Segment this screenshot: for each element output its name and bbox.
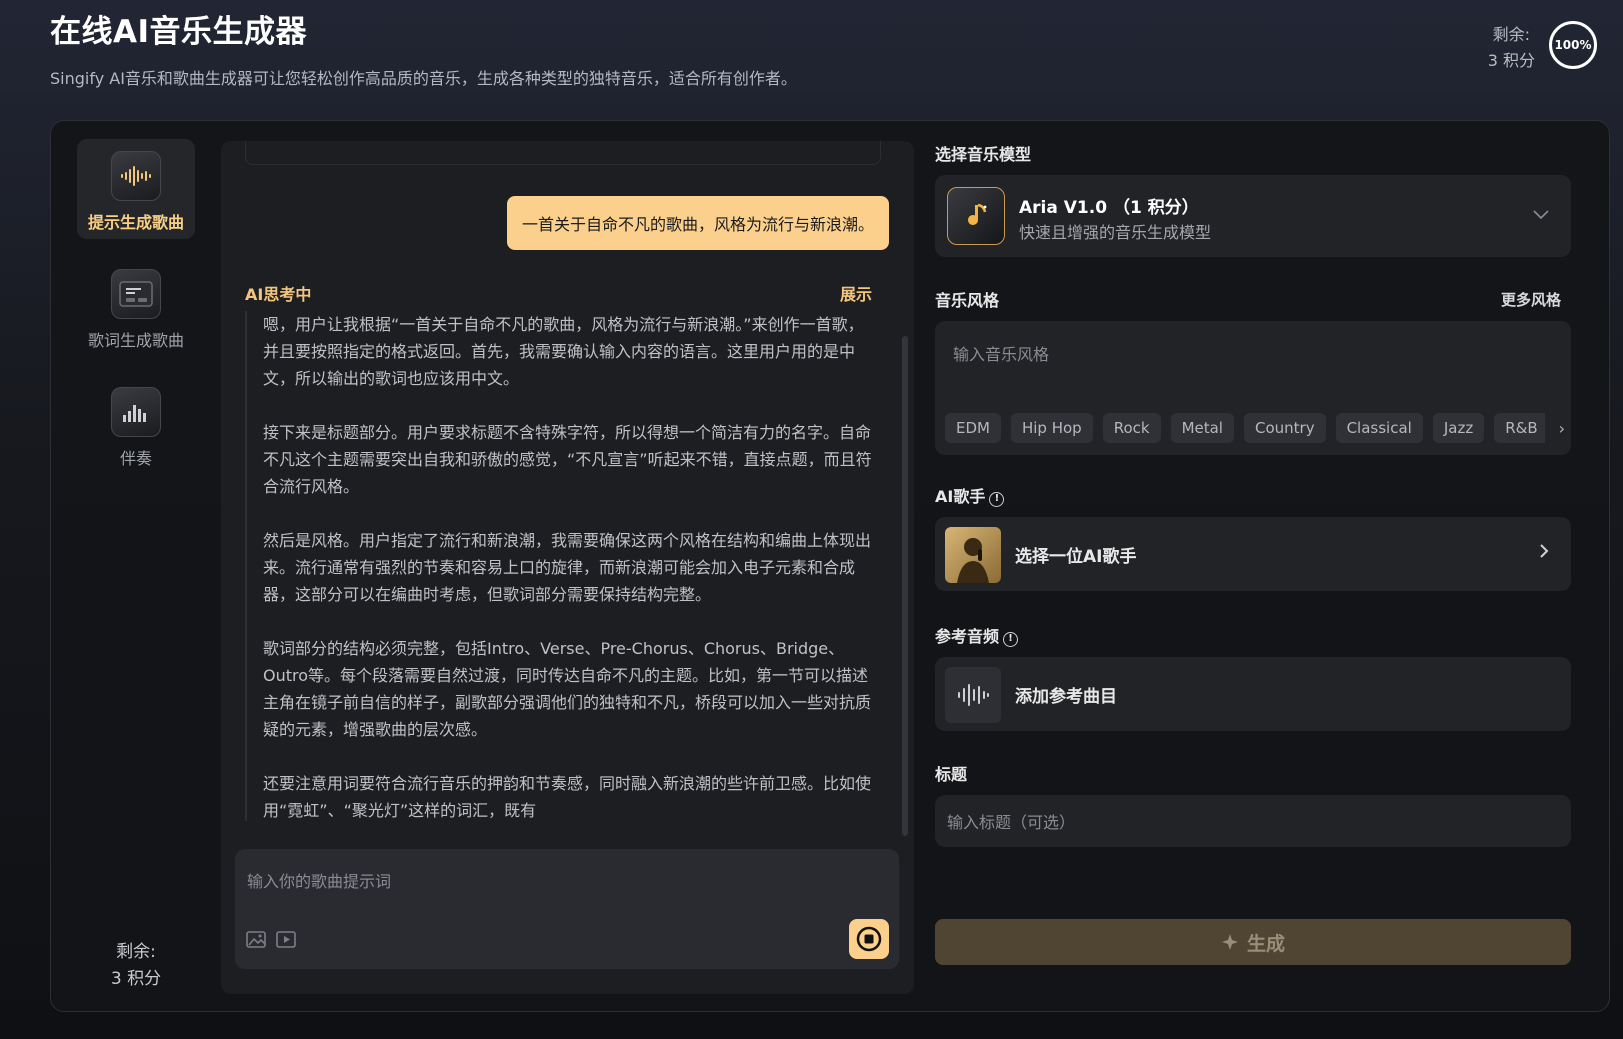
ref-audio-section-text: 参考音频	[935, 627, 1000, 646]
sparkle-icon	[1221, 934, 1238, 950]
generate-button[interactable]: 生成	[935, 919, 1571, 965]
song-prompt-input[interactable]	[247, 861, 867, 901]
credit-summary: 剩余: 3 积分	[1488, 22, 1535, 74]
style-tag[interactable]: Classical	[1335, 413, 1423, 443]
credit-value: 3 积分	[1487, 51, 1535, 70]
thinking-content: 嗯，用户让我根据“一首关于自命不凡的歌曲，风格为流行与新浪潮。”来创作一首歌，并…	[245, 311, 877, 821]
credit-bottom: 剩余: 3 积分	[77, 939, 195, 993]
credit-label: 剩余:	[1492, 25, 1531, 44]
select-singer-label: 选择一位AI歌手	[1015, 547, 1137, 567]
previous-message-edge	[245, 141, 881, 165]
usage-ring: 100%	[1549, 21, 1597, 69]
chevron-down-icon[interactable]	[1533, 205, 1549, 224]
singer-section-label: AI歌手!	[935, 483, 1005, 507]
model-selector[interactable]: Aria V1.0 （1 积分） 快速且增强的音乐生成模型	[935, 175, 1571, 257]
ai-thinking-label: AI思考中	[245, 285, 312, 304]
style-tag[interactable]: Country	[1243, 413, 1326, 443]
music-note-icon	[947, 187, 1005, 245]
user-message-bubble: 一首关于自命不凡的歌曲，风格为流行与新浪潮。	[506, 196, 889, 250]
chevron-right-icon[interactable]: ›	[1559, 419, 1565, 438]
page-title: 在线AI音乐生成器	[50, 14, 308, 50]
nav-item-accompaniment[interactable]: 伴奏	[77, 375, 195, 475]
ref-audio-section-label: 参考音频!	[935, 623, 1019, 647]
credit-value: 3 积分	[110, 969, 162, 989]
title-box	[935, 795, 1571, 847]
chevron-right-icon[interactable]	[1539, 543, 1549, 563]
video-upload-icon[interactable]	[275, 929, 299, 951]
title-input[interactable]	[947, 809, 1547, 835]
model-description: 快速且增强的音乐生成模型	[1019, 223, 1212, 242]
title-section-label: 标题	[935, 765, 968, 784]
more-styles-link[interactable]: 更多风格	[1501, 289, 1561, 310]
thinking-paragraph: 还要注意用词要符合流行音乐的押韵和节奏感，同时融入新浪潮的些许前卫感。比如使用“…	[263, 774, 872, 820]
stop-icon	[856, 926, 882, 952]
style-tag[interactable]: Rock	[1102, 413, 1161, 443]
thinking-paragraph: 歌词部分的结构必须完整，包括Intro、Verse、Pre-Chorus、Cho…	[263, 639, 872, 739]
thinking-paragraph: 然后是风格。用户指定了流行和新浪潮，我需要确保这两个风格在结构和编曲上体现出来。…	[263, 531, 872, 604]
lyrics-card-icon	[111, 269, 161, 319]
add-reference-label: 添加参考曲目	[1015, 687, 1117, 707]
show-thinking-toggle[interactable]: 展示	[840, 281, 872, 305]
nav-label: 伴奏	[119, 449, 152, 468]
prompt-composer	[235, 849, 899, 969]
singer-avatar	[945, 527, 1001, 583]
page-subtitle: Singify AI音乐和歌曲生成器可让您轻松创作高品质的音乐，生成各种类型的独…	[50, 69, 797, 88]
style-tag[interactable]: Metal	[1170, 413, 1234, 443]
style-tag[interactable]: Jazz	[1432, 413, 1485, 443]
style-input[interactable]	[953, 339, 1543, 369]
stop-record-button[interactable]	[849, 919, 889, 959]
nav-label: 歌词生成歌曲	[87, 331, 184, 350]
chat-scrollbar[interactable]	[902, 336, 908, 836]
audio-wave-icon	[945, 667, 1001, 723]
thinking-paragraph: 嗯，用户让我根据“一首关于自命不凡的歌曲，风格为流行与新浪潮。”来创作一首歌，并…	[263, 315, 864, 388]
equalizer-icon	[111, 387, 161, 437]
generate-label: 生成	[1246, 932, 1285, 955]
ai-singer-selector[interactable]: 选择一位AI歌手	[935, 517, 1571, 591]
page-header: 在线AI音乐生成器 Singify AI音乐和歌曲生成器可让您轻松创作高品质的音…	[50, 6, 797, 89]
singer-section-text: AI歌手	[935, 487, 986, 506]
style-box: EDM Hip Hop Rock Metal Country Classical Jazz R…	[935, 321, 1571, 455]
thinking-paragraph: 接下来是标题部分。用户要求标题不含特殊字符，所以得想一个简洁有力的名字。自命不凡…	[263, 423, 872, 496]
waveform-icon	[111, 151, 161, 201]
info-icon[interactable]: !	[989, 492, 1005, 507]
nav-item-prompt-song[interactable]: 提示生成歌曲	[77, 139, 195, 239]
add-reference-track[interactable]: 添加参考曲目	[935, 657, 1571, 731]
nav-label: 提示生成歌曲	[87, 213, 184, 232]
model-section-label: 选择音乐模型	[935, 145, 1032, 164]
thinking-text: 嗯，用户让我根据“一首关于自命不凡的歌曲，风格为流行与新浪潮。”来创作一首歌，并…	[247, 311, 877, 821]
credit-label: 剩余:	[116, 942, 156, 962]
info-icon[interactable]: !	[1003, 632, 1019, 647]
chat-panel: 一首关于自命不凡的歌曲，风格为流行与新浪潮。 AI思考中 展示 嗯，用户让我根据…	[221, 141, 914, 994]
style-tag-row: EDM Hip Hop Rock Metal Country Classical Jazz R…	[945, 413, 1545, 445]
style-tag[interactable]: R&B	[1494, 413, 1545, 443]
style-tag[interactable]: EDM	[945, 413, 1001, 443]
generator-card: 提示生成歌曲 歌词生成歌曲 伴奏 剩余: 3 积分 一首关于自命不凡的歌曲，风格…	[50, 120, 1610, 1012]
style-section-label: 音乐风格	[935, 291, 1000, 310]
style-tag[interactable]: Hip Hop	[1010, 413, 1093, 443]
image-upload-icon[interactable]	[245, 929, 269, 951]
model-name: Aria V1.0 （1 积分）	[1019, 198, 1199, 218]
nav-item-lyrics-song[interactable]: 歌词生成歌曲	[77, 257, 195, 357]
